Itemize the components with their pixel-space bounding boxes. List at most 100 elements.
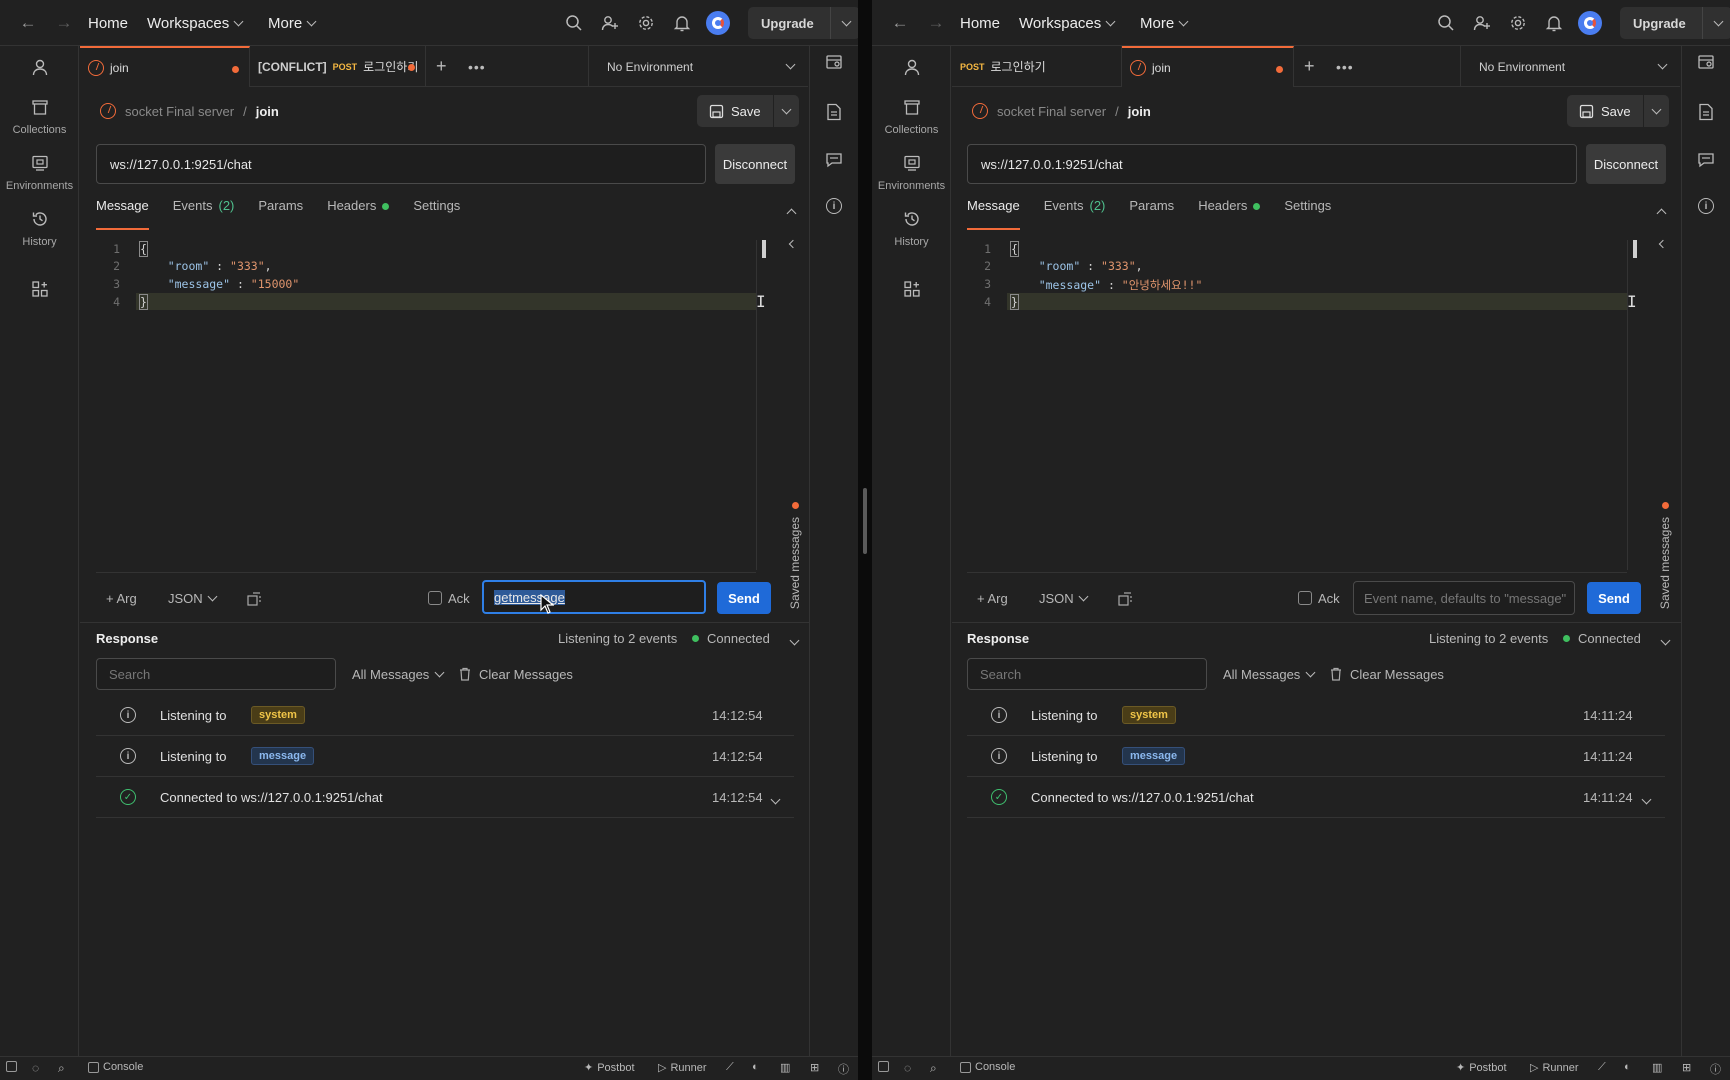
message-editor[interactable]: 1 2 3 4 { "room" : "333", "message" : "1… — [96, 240, 766, 570]
save-options-button[interactable] — [772, 95, 799, 127]
nav-home[interactable]: Home — [960, 0, 1000, 46]
search-button[interactable] — [564, 0, 584, 46]
ack-checkbox[interactable]: Ack — [1298, 591, 1340, 606]
message-filter-select[interactable]: All Messages — [1223, 658, 1316, 690]
url-input[interactable]: ws://127.0.0.1:9251/chat — [96, 144, 706, 184]
sidebar-item-environments[interactable]: Environments — [0, 154, 79, 192]
notifications-button[interactable] — [1544, 0, 1564, 46]
add-arg-button[interactable]: + Arg — [977, 591, 1008, 606]
environment-quicklook-button[interactable] — [1696, 52, 1716, 72]
tab-options-button[interactable]: ••• — [1328, 46, 1362, 87]
sidebar-account[interactable] — [0, 58, 79, 79]
trash-button[interactable]: ▥ — [1652, 1061, 1662, 1074]
beautify-button[interactable] — [246, 591, 262, 610]
window-divider[interactable] — [858, 0, 872, 1080]
sidebar-item-history[interactable]: History — [872, 210, 951, 248]
tab-login[interactable]: POST 로그인하기 — [952, 46, 1122, 87]
saved-messages-tab[interactable]: Saved messages — [1656, 502, 1674, 609]
tab-settings[interactable]: Settings — [1284, 198, 1331, 230]
breadcrumb-collection[interactable]: socket Final server — [125, 104, 234, 119]
tab-params[interactable]: Params — [1129, 198, 1174, 230]
save-options-button[interactable] — [1642, 95, 1669, 127]
tab-join[interactable]: join — [80, 46, 250, 87]
nav-workspaces[interactable]: Workspaces — [147, 0, 244, 46]
nav-more[interactable]: More — [1140, 0, 1189, 46]
connection-check-button[interactable]: ◌ — [32, 1061, 39, 1075]
message-filter-select[interactable]: All Messages — [352, 658, 445, 690]
nav-home[interactable]: Home — [88, 0, 128, 46]
tab-message[interactable]: Message — [967, 198, 1020, 230]
comments-button[interactable] — [1696, 150, 1716, 170]
url-input[interactable]: ws://127.0.0.1:9251/chat — [967, 144, 1577, 184]
new-tab-button[interactable]: + — [426, 46, 460, 87]
editor-scrollbar[interactable] — [1633, 240, 1637, 258]
runner-button[interactable]: ▷ Runner — [658, 1061, 707, 1075]
tab-join[interactable]: join — [1122, 46, 1294, 87]
toggle-sidebar-button[interactable] — [878, 1061, 889, 1072]
collapse-response-button[interactable] — [1660, 632, 1671, 647]
trash-button[interactable]: ▥ — [780, 1061, 790, 1074]
proxy-button[interactable]: ⟋ — [1598, 1061, 1606, 1074]
send-button[interactable]: Send — [717, 582, 771, 614]
sidebar-item-apps[interactable] — [0, 280, 79, 301]
invite-button[interactable] — [1472, 0, 1492, 46]
save-button[interactable]: Save — [697, 95, 773, 127]
breadcrumb-item[interactable]: join — [1128, 104, 1151, 119]
runner-button[interactable]: ▷ Runner — [1530, 1061, 1579, 1075]
sidebar-item-collections[interactable]: Collections — [872, 98, 951, 136]
forward-button[interactable]: → — [924, 0, 948, 46]
cookies-button[interactable]: ◐ — [1624, 1061, 1631, 1073]
response-search-input[interactable]: Search — [96, 658, 336, 690]
clear-messages-button[interactable]: Clear Messages — [458, 658, 573, 690]
console-button[interactable]: Console — [960, 1061, 1015, 1073]
cookies-button[interactable]: ◐ — [752, 1061, 759, 1073]
postbot-button[interactable]: ✦ Postbot — [1456, 1061, 1507, 1075]
forward-button[interactable]: → — [52, 0, 76, 46]
expand-row-button[interactable] — [1641, 791, 1652, 806]
clear-messages-button[interactable]: Clear Messages — [1329, 658, 1444, 690]
environment-selector[interactable]: No Environment — [1460, 46, 1680, 87]
toggle-sidebar-button[interactable] — [6, 1061, 17, 1072]
back-button[interactable]: ← — [888, 0, 912, 46]
tab-conflict-login[interactable]: [CONFLICT] POST 로그인하기 — [250, 46, 426, 87]
avatar[interactable] — [706, 0, 730, 46]
avatar[interactable] — [1578, 0, 1602, 46]
expand-row-button[interactable] — [770, 791, 781, 806]
info-button[interactable]: i — [1696, 196, 1716, 216]
search-button[interactable] — [1436, 0, 1456, 46]
settings-button[interactable] — [636, 0, 656, 46]
collapse-response-button[interactable] — [789, 632, 800, 647]
response-row[interactable]: ✓ Connected to ws://127.0.0.1:9251/chat … — [96, 777, 794, 818]
save-button[interactable]: Save — [1567, 95, 1643, 127]
sidebar-item-apps[interactable] — [872, 280, 951, 301]
message-editor[interactable]: 1 2 3 4 { "room" : "333", "message" : "안… — [967, 240, 1637, 570]
connection-check-button[interactable]: ◌ — [904, 1061, 911, 1075]
nav-workspaces[interactable]: Workspaces — [1019, 0, 1116, 46]
breadcrumb-collection[interactable]: socket Final server — [997, 104, 1106, 119]
find-button[interactable]: ⌕ — [58, 1061, 65, 1076]
documentation-button[interactable] — [824, 102, 844, 122]
nav-more[interactable]: More — [268, 0, 317, 46]
comments-button[interactable] — [824, 150, 844, 170]
disconnect-button[interactable]: Disconnect — [715, 144, 795, 184]
find-button[interactable]: ⌕ — [930, 1061, 937, 1076]
response-row[interactable]: i Listening to system 14:11:24 — [967, 695, 1665, 736]
postbot-button[interactable]: ✦ Postbot — [584, 1061, 635, 1075]
tab-events[interactable]: Events (2) — [173, 198, 235, 230]
breadcrumb-item[interactable]: join — [256, 104, 279, 119]
tab-message[interactable]: Message — [96, 198, 149, 230]
tab-settings[interactable]: Settings — [413, 198, 460, 230]
disconnect-button[interactable]: Disconnect — [1586, 144, 1666, 184]
response-row[interactable]: i Listening to system 14:12:54 — [96, 695, 794, 736]
proxy-button[interactable]: ⟋ — [726, 1061, 734, 1074]
layout-button[interactable]: ⊞ — [1682, 1061, 1691, 1074]
invite-button[interactable] — [600, 0, 620, 46]
sidebar-account[interactable] — [872, 58, 951, 79]
editor-scrollbar[interactable] — [762, 240, 766, 258]
ack-checkbox[interactable]: Ack — [428, 591, 470, 606]
format-select[interactable]: JSON — [1039, 591, 1089, 606]
back-button[interactable]: ← — [16, 0, 40, 46]
response-row[interactable]: i Listening to message 14:12:54 — [96, 736, 794, 777]
sidebar-item-history[interactable]: History — [0, 210, 79, 248]
tab-headers[interactable]: Headers — [327, 198, 390, 230]
